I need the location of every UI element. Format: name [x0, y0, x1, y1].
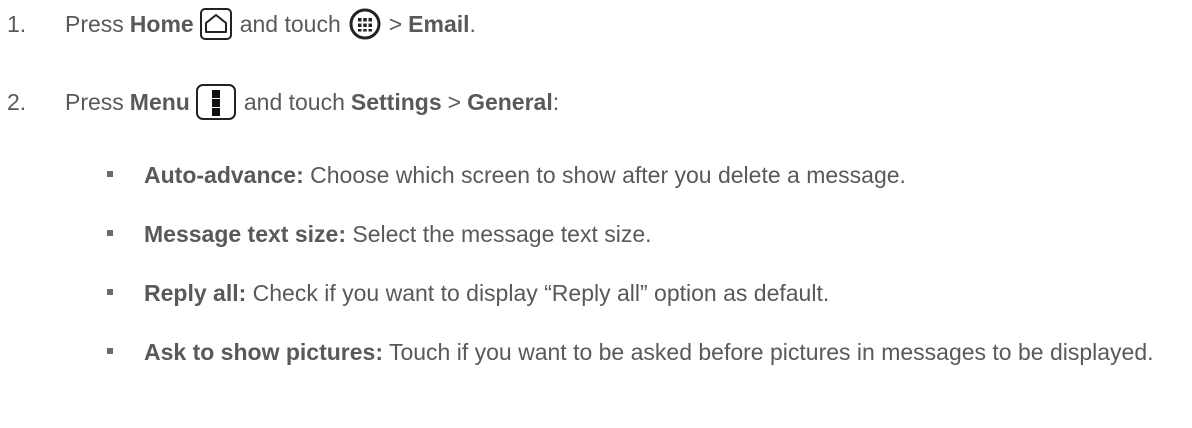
and-touch-text: and touch [239, 10, 341, 37]
email-label: Email [408, 10, 470, 37]
and-touch-text: and touch [243, 88, 345, 115]
term: Reply all: [144, 280, 247, 306]
general-label: General [467, 88, 553, 115]
list-item-text: Message text size: Select the message te… [144, 219, 1184, 249]
bullet-icon [107, 171, 113, 177]
step-1-instruction: Press Home and touch > Email. [65, 8, 476, 40]
separator: > [388, 10, 403, 37]
step-end: : [552, 88, 560, 115]
term: Auto-advance: [144, 162, 304, 188]
list-item-text: Auto-advance: Choose which screen to sho… [144, 160, 1184, 190]
list-item-text: Ask to show pictures: Touch if you want … [144, 337, 1184, 367]
description: Check if you want to display “Reply all”… [252, 280, 830, 306]
bullet-icon [107, 289, 113, 295]
home-button-icon [199, 8, 232, 40]
step-number: 1. [7, 10, 27, 37]
press-text: Press [65, 88, 124, 115]
apps-icon [349, 8, 381, 40]
description: Select the message text size. [352, 221, 652, 247]
press-text: Press [65, 10, 124, 37]
bullet-icon [107, 230, 113, 236]
menu-button-icon [195, 84, 236, 120]
list-item-text: Reply all: Check if you want to display … [144, 278, 1184, 308]
description: Choose which screen to show after you de… [310, 162, 906, 188]
separator: > [447, 88, 462, 115]
term: Message text size: [144, 221, 346, 247]
settings-label: Settings [350, 88, 442, 115]
home-label: Home [129, 10, 194, 37]
description: Touch if you want to be asked before pic… [388, 339, 1154, 365]
term: Ask to show pictures: [144, 339, 383, 365]
step-2-instruction: Press Menu and touch Settings > General: [65, 84, 559, 120]
bullet-icon [107, 348, 113, 354]
step-number: 2. [7, 88, 27, 115]
menu-label: Menu [129, 88, 190, 115]
step-end: . [469, 10, 476, 37]
